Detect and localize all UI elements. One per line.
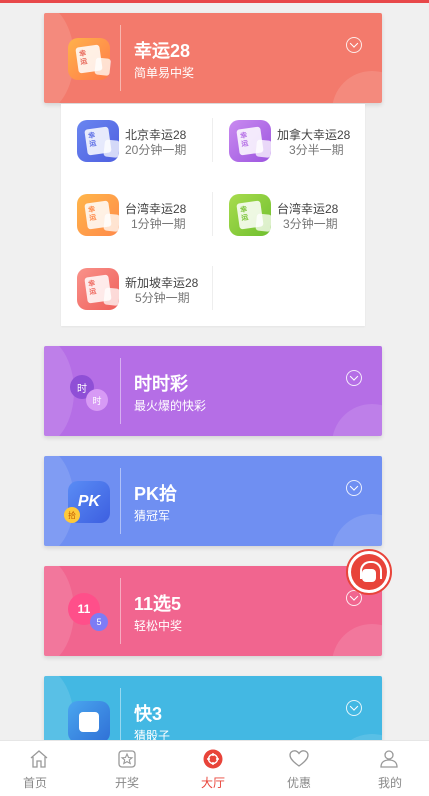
ticket-icon: 幸运: [229, 194, 271, 236]
card-subtitle: 轻松中奖: [134, 619, 183, 633]
card-title: PK拾: [134, 484, 178, 504]
star-badge-icon: [118, 750, 136, 768]
ticket-icon: 幸运: [77, 194, 119, 236]
card-divider: [120, 358, 121, 424]
tab-label: 开奖: [114, 776, 139, 790]
submenu-item-taiwan-lucky28-1min[interactable]: 幸运 台湾幸运28 1分钟一期: [61, 184, 213, 244]
customer-service-button[interactable]: [346, 549, 392, 595]
lucky28-ticket-icon: 幸运: [68, 38, 110, 80]
card-title: 快3: [134, 704, 163, 724]
heart-icon: [289, 750, 309, 767]
top-accent-bar: [0, 0, 429, 3]
card-subtitle: 简单易中奖: [134, 66, 195, 80]
11x5-balls-icon: 11 5: [68, 591, 110, 633]
submenu-item-period: 3分半一期: [289, 143, 344, 157]
ticket-icon: 幸运: [77, 268, 119, 310]
lottery-card-pk10[interactable]: PK 拾 PK拾 猜冠军: [44, 456, 382, 546]
card-divider: [120, 578, 121, 644]
tab-home[interactable]: 首页: [0, 741, 86, 796]
lucky28-submenu: 幸运 北京幸运28 20分钟一期 幸运 加拿大幸运28 3分半一期 幸运 台湾幸…: [61, 104, 365, 326]
chevron-down-icon[interactable]: [346, 700, 362, 716]
submenu-separator: [212, 266, 213, 310]
lottery-card-lucky28[interactable]: 幸运 幸运28 简单易中奖: [44, 13, 382, 103]
submenu-item-period: 1分钟一期: [131, 217, 186, 231]
lottery-card-11x5[interactable]: 11 5 11选5 轻松中奖: [44, 566, 382, 656]
tab-label: 首页: [22, 776, 47, 790]
card-divider: [120, 468, 121, 534]
pk10-icon: PK 拾: [64, 481, 110, 523]
card-title: 幸运28: [134, 41, 191, 61]
tab-label: 我的: [377, 776, 402, 790]
submenu-item-period: 3分钟一期: [283, 217, 338, 231]
card-subtitle: 猜冠军: [134, 509, 171, 523]
ticket-icon: 幸运: [229, 120, 271, 162]
submenu-item-period: 5分钟一期: [135, 291, 190, 305]
dice-icon: [68, 701, 110, 743]
customer-service-icon: [351, 554, 387, 590]
submenu-item-taiwan-lucky28-3min[interactable]: 幸运 台湾幸运28 3分钟一期: [213, 184, 365, 244]
submenu-item-singapore-lucky28[interactable]: 幸运 新加坡幸运28 5分钟一期: [61, 258, 213, 318]
tab-mine[interactable]: 我的: [343, 741, 429, 796]
submenu-item-period: 20分钟一期: [125, 143, 187, 157]
bottom-tab-bar: 首页 开奖 大厅 优惠 我的: [0, 740, 429, 796]
chevron-down-icon[interactable]: [346, 480, 362, 496]
home-icon: [30, 750, 48, 768]
lottery-card-shishicai[interactable]: 时 时 时时彩 最火爆的快彩: [44, 346, 382, 436]
chevron-down-icon[interactable]: [346, 370, 362, 386]
card-title: 11选5: [134, 594, 182, 614]
tab-draw-results[interactable]: 开奖: [84, 741, 170, 796]
user-icon: [380, 750, 398, 768]
chevron-down-icon[interactable]: [346, 37, 362, 53]
shishicai-balls-icon: 时 时: [68, 371, 110, 413]
card-subtitle: 最火爆的快彩: [134, 399, 207, 413]
tab-label: 大厅: [200, 776, 225, 790]
ticket-icon: 幸运: [77, 120, 119, 162]
card-title: 时时彩: [134, 374, 188, 394]
tab-promotions[interactable]: 优惠: [256, 741, 342, 796]
hall-icon: [203, 749, 223, 769]
card-divider: [120, 25, 121, 91]
submenu-item-beijing-lucky28[interactable]: 幸运 北京幸运28 20分钟一期: [61, 110, 213, 170]
tab-label: 优惠: [286, 776, 311, 790]
submenu-item-canada-lucky28[interactable]: 幸运 加拿大幸运28 3分半一期: [213, 110, 365, 170]
tab-hall[interactable]: 大厅: [170, 741, 256, 796]
